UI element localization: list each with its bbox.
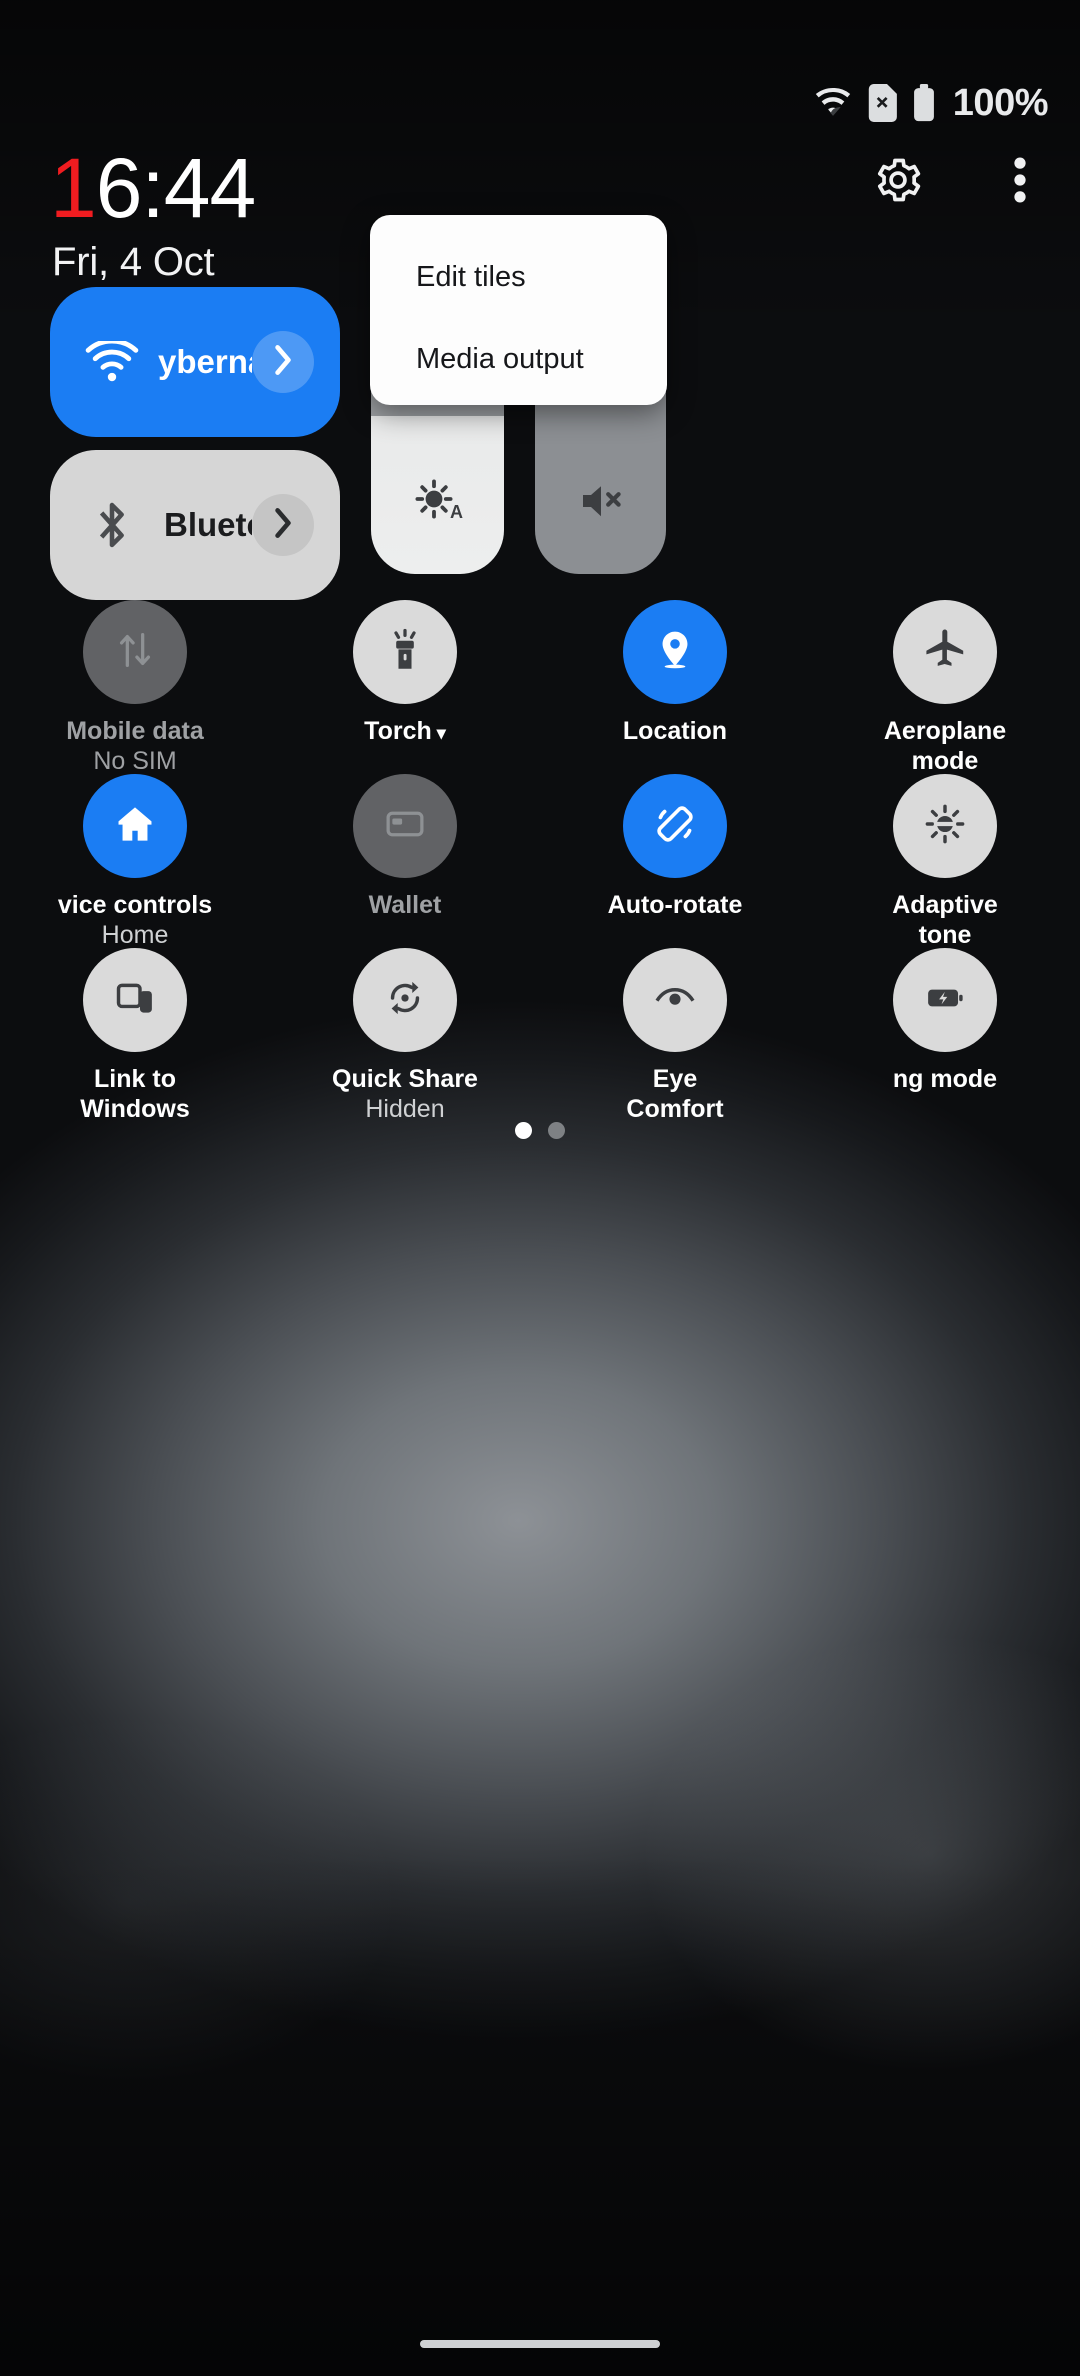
quick-settings-panel: 100% 16:44 Fri, 4 Oct A ybern Bluet Edit… [0,0,1080,2376]
tile-label: Quick Share [332,1065,478,1093]
settings-button[interactable] [868,152,928,212]
wifi-tile[interactable]: ybernaut 5 [50,287,340,437]
menu-item-media-output[interactable]: Media output [370,331,667,387]
bluetooth-detail-button[interactable] [252,494,314,556]
tile-icon-background [623,600,727,704]
adaptive-tone-icon [922,801,968,852]
tile-label: Auto-rotate [607,891,743,919]
tile-label: vice controls [57,891,213,919]
status-bar: 100% [0,78,1080,128]
tile-label: Location [622,717,728,745]
bluetooth-icon [84,498,140,552]
location-pin-icon [653,627,697,678]
data-transfer-icon [112,627,158,678]
quick-share-icon [382,975,428,1026]
wifi-icon [813,88,853,118]
link-to-windows-icon [112,975,158,1026]
menu-item-edit-tiles[interactable]: Edit tiles [370,249,667,305]
tile-icon-background [893,948,997,1052]
battery-full-icon [911,84,937,122]
tile-icon-background [353,774,457,878]
tile-label: Wallet [368,891,442,919]
tile-sublabel: No SIM [93,747,177,775]
tile-label: Mobile data [66,717,204,745]
brightness-auto-icon: A [410,473,466,534]
aeroplane-icon [922,627,968,678]
chevron-down-icon[interactable]: ▾ [432,723,446,743]
tile-icon-background [83,948,187,1052]
tile-sublabel: Hidden [365,1095,445,1123]
tile-label: Link to Windows [80,1065,190,1123]
tile-label: ng mode [892,1065,998,1093]
tile-icon-background [893,774,997,878]
page-dot-1[interactable] [515,1122,532,1139]
navigation-bar [0,2340,1080,2348]
tile-charging-mode[interactable]: ng mode [810,948,1080,1122]
home-icon [112,801,158,852]
home-gesture-pill[interactable] [420,2340,660,2348]
tile-mobile-data[interactable]: Mobile data No SIM [0,600,270,775]
overflow-menu-button[interactable] [990,152,1050,212]
wallet-card-icon [382,801,428,852]
wifi-detail-button[interactable] [252,331,314,393]
page-dot-2[interactable] [548,1122,565,1139]
sim-card-off-icon [867,84,897,122]
tile-label: Adaptive tone [892,891,998,949]
overflow-popup-menu: Edit tiles Media output [370,215,667,405]
tile-aeroplane-mode[interactable]: Aeroplane mode [810,600,1080,775]
tile-icon-background [83,774,187,878]
date-label[interactable]: Fri, 4 Oct [52,240,215,285]
clock-leading-digit: 1 [50,141,97,235]
chevron-right-icon [271,342,295,383]
tile-icon-background [893,600,997,704]
gear-icon [872,154,924,211]
clock[interactable]: 16:44 [50,140,256,236]
more-vertical-icon [1013,154,1027,211]
clock-remaining-digits: 6:44 [95,141,256,235]
tile-label: Torch [364,717,432,745]
tile-wallet[interactable]: Wallet [270,774,540,948]
battery-percentage: 100% [952,81,1049,124]
tile-eye-comfort[interactable]: Eye Comfort [540,948,810,1123]
tile-sublabel: Home [101,921,169,949]
tile-icon-background [623,774,727,878]
wifi-network-name: ybernaut 5 [158,343,252,380]
tile-quick-share[interactable]: Quick Share Hidden [270,948,540,1123]
tile-auto-rotate[interactable]: Auto-rotate [540,774,810,948]
svg-text:A: A [450,502,463,522]
tile-adaptive-tone[interactable]: Adaptive tone [810,774,1080,949]
auto-rotate-icon [652,801,698,852]
tile-link-to-windows[interactable]: Link to Windows [0,948,270,1123]
header-actions [868,152,1050,212]
volume-mute-icon [573,473,629,534]
tile-location[interactable]: Location [540,600,810,774]
torch-icon [383,627,427,678]
tile-label: Eye Comfort [626,1065,724,1123]
bluetooth-tile[interactable]: Bluetooth [50,450,340,600]
eye-icon [652,975,698,1026]
tile-device-controls[interactable]: vice controls Home [0,774,270,949]
chevron-right-icon [271,505,295,546]
tile-label: Aeroplane mode [883,717,1007,775]
tile-label-row: Torch ▾ [364,716,446,748]
wifi-icon [84,341,140,383]
tile-torch[interactable]: Torch ▾ [270,600,540,774]
tile-icon-background [83,600,187,704]
tile-icon-background [353,600,457,704]
battery-bolt-icon [922,975,968,1026]
tile-icon-background [353,948,457,1052]
tile-icon-background [623,948,727,1052]
bluetooth-label: Bluetooth [164,506,252,543]
page-indicator [0,1122,1080,1139]
quick-settings-grid: Mobile data No SIM Torch ▾ Location Aero… [0,600,1080,1123]
